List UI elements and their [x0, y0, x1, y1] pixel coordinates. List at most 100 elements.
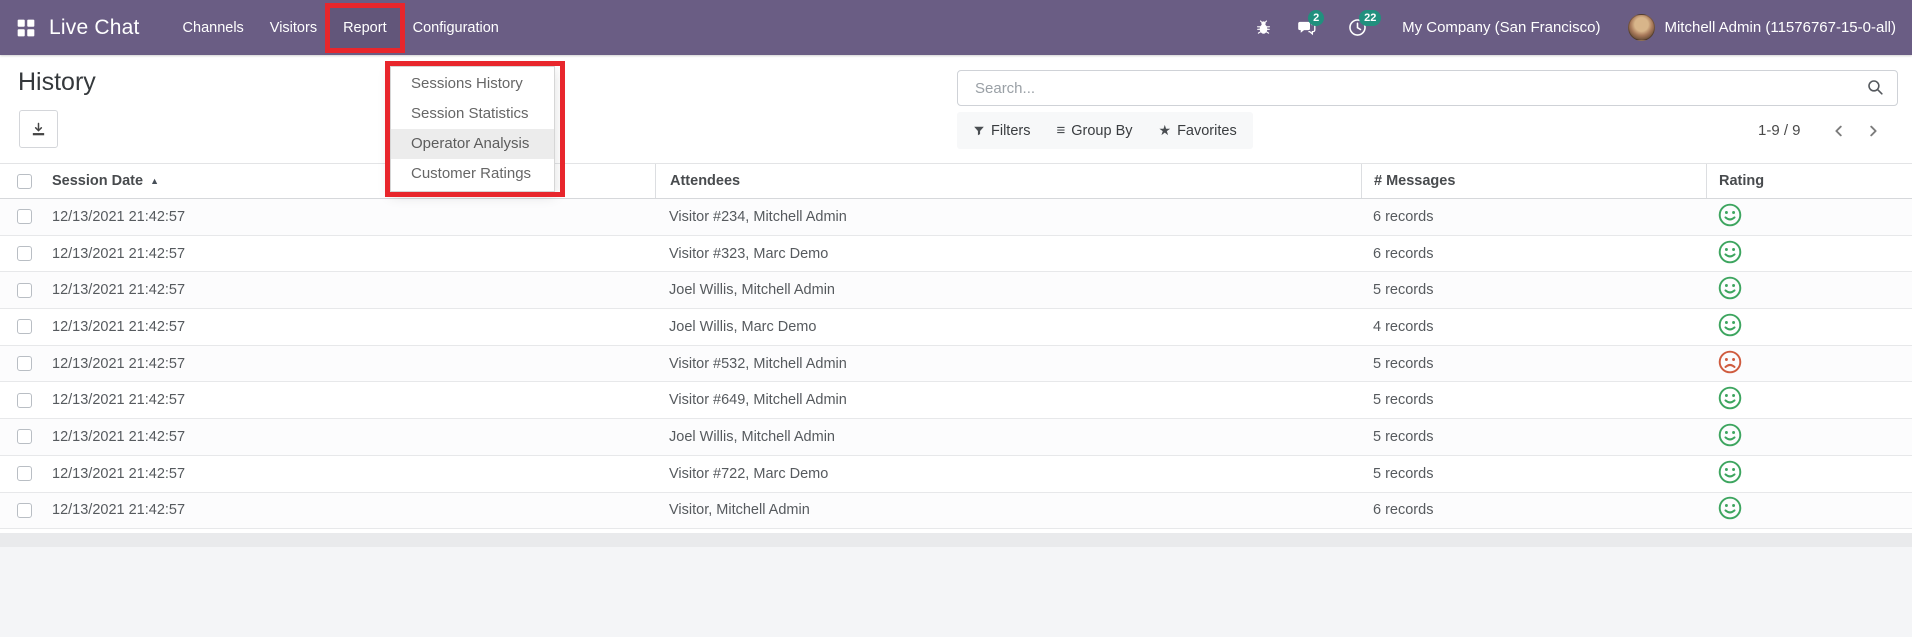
cell-attendees: Joel Willis, Mitchell Admin [669, 428, 835, 445]
rating-face-icon [1717, 239, 1743, 265]
page-title: History [18, 68, 96, 96]
dropdown-item-sessions-history[interactable]: Sessions History [391, 69, 554, 99]
cell-rating [1706, 275, 1912, 305]
export-button[interactable] [19, 110, 58, 148]
app-name[interactable]: Live Chat [49, 16, 140, 40]
table-row[interactable]: 12/13/2021 21:42:57 Visitor #234, Mitche… [0, 199, 1912, 236]
favorites-button[interactable]: ★ Favorites [1159, 122, 1237, 139]
cell-session-date: 12/13/2021 21:42:57 [52, 355, 186, 372]
star-icon: ★ [1158, 122, 1172, 138]
cell-messages: 5 records [1373, 465, 1434, 482]
nav-item-channels[interactable]: Channels [170, 8, 257, 48]
table-row[interactable]: 12/13/2021 21:42:57 Visitor #323, Marc D… [0, 235, 1912, 273]
rating-face-icon [1717, 459, 1743, 485]
user-avatar [1628, 14, 1656, 41]
row-checkbox[interactable] [17, 209, 32, 225]
user-name: Mitchell Admin (11576767-15-0-all) [1664, 19, 1896, 36]
cell-session-date: 12/13/2021 21:42:57 [52, 428, 186, 445]
column-header-rating[interactable]: Rating [1706, 164, 1912, 198]
report-dropdown-menu: Sessions History Session Statistics Oper… [390, 66, 555, 192]
cell-rating [1706, 312, 1912, 342]
sessions-history-list: Session Date ▲ Attendees # Messages Rati… [0, 163, 1912, 530]
cell-session-date: 12/13/2021 21:42:57 [52, 392, 186, 409]
dropdown-item-operator-analysis[interactable]: Operator Analysis [391, 129, 554, 159]
cell-messages: 6 records [1373, 208, 1434, 225]
activities-clock-icon[interactable]: 22 [1347, 10, 1382, 38]
cell-messages: 5 records [1373, 392, 1434, 409]
dropdown-item-session-statistics[interactable]: Session Statistics [391, 99, 554, 129]
row-checkbox[interactable] [17, 319, 32, 335]
rating-header-label: Rating [1719, 173, 1765, 189]
attendees-header-label: Attendees [670, 173, 741, 189]
nav-item-configuration[interactable]: Configuration [400, 8, 512, 48]
cell-messages: 6 records [1373, 245, 1434, 262]
messages-icon[interactable]: 2 [1296, 10, 1325, 38]
cell-session-date: 12/13/2021 21:42:57 [52, 282, 186, 299]
cell-rating [1706, 495, 1912, 525]
row-checkbox[interactable] [17, 466, 32, 482]
main-menu: Channels Visitors Report Configuration [170, 0, 512, 55]
table-row[interactable]: 12/13/2021 21:42:57 Visitor #722, Marc D… [0, 455, 1912, 493]
table-row[interactable]: 12/13/2021 21:42:57 Visitor, Mitchell Ad… [0, 492, 1912, 530]
rating-face-icon [1717, 385, 1743, 411]
company-switcher[interactable]: My Company (San Francisco) [1402, 19, 1600, 36]
table-row[interactable]: 12/13/2021 21:42:57 Visitor #532, Mitche… [0, 345, 1912, 383]
rating-face-icon [1717, 312, 1743, 338]
funnel-icon [973, 125, 985, 137]
column-header-session-date[interactable]: Session Date ▲ [40, 164, 655, 198]
dropdown-item-customer-ratings[interactable]: Customer Ratings [391, 159, 554, 189]
cell-rating [1706, 459, 1912, 489]
table-row[interactable]: 12/13/2021 21:42:57 Joel Willis, Marc De… [0, 309, 1912, 346]
favorites-label: Favorites [1177, 122, 1237, 139]
cell-rating [1706, 239, 1912, 269]
pager-previous-button[interactable] [1827, 119, 1851, 143]
cell-attendees: Visitor #649, Mitchell Admin [669, 392, 847, 409]
session-date-header-label: Session Date [52, 173, 144, 189]
debug-bug-icon[interactable] [1255, 19, 1272, 36]
search-options-bar: Filters ≡ Group By ★ Favorites [957, 112, 1253, 149]
row-checkbox[interactable] [17, 429, 32, 445]
pager-next-button[interactable] [1861, 119, 1885, 143]
table-row[interactable]: 12/13/2021 21:42:57 Visitor #649, Mitche… [0, 382, 1912, 420]
activities-badge: 22 [1359, 10, 1382, 26]
messages-header-label: # Messages [1374, 173, 1456, 189]
cell-messages: 5 records [1373, 428, 1434, 445]
cell-attendees: Joel Willis, Marc Demo [669, 318, 817, 335]
cell-rating [1706, 422, 1912, 452]
cell-attendees: Visitor #722, Marc Demo [669, 465, 829, 482]
table-row[interactable]: 12/13/2021 21:42:57 Joel Willis, Mitchel… [0, 419, 1912, 456]
page-background [0, 547, 1912, 637]
cell-messages: 6 records [1373, 502, 1434, 519]
search-input[interactable] [957, 70, 1898, 106]
cell-session-date: 12/13/2021 21:42:57 [52, 465, 186, 482]
search-bar [957, 70, 1898, 106]
search-icon[interactable] [1866, 78, 1885, 102]
row-checkbox[interactable] [17, 282, 32, 298]
row-checkbox[interactable] [17, 246, 32, 262]
table-row[interactable]: 12/13/2021 21:42:57 Joel Willis, Mitchel… [0, 272, 1912, 310]
select-all-cell [0, 164, 40, 198]
nav-item-visitors[interactable]: Visitors [257, 8, 330, 48]
live-chat-app: Live Chat Channels Visitors Report Confi… [0, 0, 1912, 637]
select-all-checkbox[interactable] [17, 173, 32, 189]
rating-face-icon [1717, 275, 1743, 301]
cell-rating [1706, 349, 1912, 379]
row-checkbox[interactable] [17, 356, 32, 372]
group-by-label: Group By [1071, 122, 1133, 139]
filters-button[interactable]: Filters [973, 123, 1030, 139]
row-checkbox[interactable] [17, 502, 32, 518]
rating-face-icon [1717, 202, 1743, 228]
table-header-row: Session Date ▲ Attendees # Messages Rati… [0, 163, 1912, 199]
group-by-button[interactable]: ≡ Group By [1056, 122, 1132, 139]
column-header-messages[interactable]: # Messages [1361, 164, 1706, 198]
nav-item-report[interactable]: Report [325, 2, 405, 53]
pager: 1-9 / 9 [1758, 112, 1895, 149]
apps-grid-icon[interactable] [16, 18, 36, 38]
column-header-attendees[interactable]: Attendees [655, 164, 1361, 198]
cell-messages: 4 records [1373, 318, 1434, 335]
filters-label: Filters [991, 122, 1031, 139]
cell-attendees: Visitor, Mitchell Admin [669, 502, 810, 519]
row-checkbox[interactable] [17, 392, 32, 408]
sort-asc-icon: ▲ [150, 176, 159, 186]
user-menu[interactable]: Mitchell Admin (11576767-15-0-all) [1628, 14, 1896, 41]
